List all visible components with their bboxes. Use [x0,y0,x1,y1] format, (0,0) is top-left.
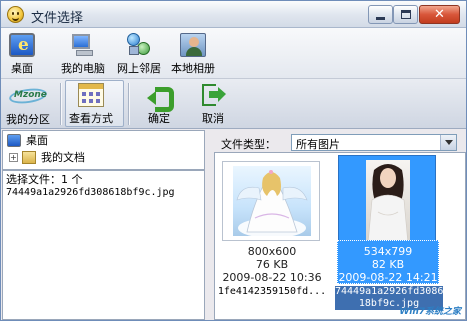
action-toolbar: Mzone 我的分区 查看方式 确定 取消 [1,79,466,129]
cancel-label: 取消 [202,112,224,125]
my-zone-button[interactable]: Mzone 我的分区 [6,84,50,127]
photo-album-icon [180,33,206,57]
fairy-illustration-image [233,166,311,236]
file-type-value: 所有图片 [296,138,340,151]
network-icon [126,33,152,57]
desktop-icon [9,33,35,57]
file-chooser-window: 文件选择 ✕ 桌面 我的电脑 网上邻居 本地相册 Mzone 我的分区 [0,0,467,321]
desktop-button[interactable]: 桌面 [9,33,35,76]
cancel-button[interactable]: 取消 [200,83,226,126]
file-size: 76 KB [255,258,289,271]
tree-item-desktop[interactable]: 桌面 [7,132,48,148]
thumbnail-frame [222,161,320,241]
image-dimensions: 534x799 [363,245,413,258]
my-computer-button[interactable]: 我的电脑 [61,33,105,76]
location-toolbar: 桌面 我的电脑 网上邻居 本地相册 [1,28,466,79]
close-icon: ✕ [434,7,445,22]
file-name-line-1: 74449a1a2926fd3086 [335,286,443,297]
portrait-photo-image [366,160,410,244]
thumbnail-item[interactable]: 800x600 76 KB 2009-08-22 10:36 1fe414235… [215,153,329,319]
close-button[interactable]: ✕ [419,5,460,24]
thumbnail-grid[interactable]: 800x600 76 KB 2009-08-22 10:36 1fe414235… [214,152,466,320]
ok-arrow-icon [146,83,174,112]
toolbar-separator [60,83,61,125]
title-bar[interactable]: 文件选择 ✕ [1,1,466,28]
image-dimensions: 800x600 [247,245,297,258]
network-button[interactable]: 网上邻居 [117,33,161,76]
minimize-icon [376,16,385,20]
file-type-select[interactable]: 所有图片 [291,134,457,151]
computer-icon [70,33,96,57]
expand-plus-icon[interactable]: + [9,152,18,162]
maximize-button[interactable] [393,5,418,24]
ok-label: 确定 [148,112,170,125]
smiley-app-icon [7,6,24,23]
desktop-icon [7,133,21,147]
tree-item-my-documents[interactable]: + 我的文档 [9,149,85,165]
exit-icon [200,83,226,107]
ok-button[interactable]: 确定 [146,83,174,126]
maximize-icon [400,10,411,19]
file-size: 82 KB [371,258,405,271]
view-mode-label: 查看方式 [69,112,113,125]
window-title: 文件选择 [31,11,84,26]
myzone-logo-icon: Mzone [7,86,49,106]
tree-item-label: 桌面 [26,134,48,147]
folder-tree[interactable]: 桌面 + 我的文档 [2,130,205,170]
selected-file-entry[interactable]: 74449a1a2926fd308618bf9c.jpg [6,187,175,198]
chevron-down-icon[interactable] [440,135,456,150]
file-name: 1fe4142359150fd... [217,286,327,297]
folder-icon [22,150,36,164]
selected-count: 选择文件：1 个 [6,173,83,186]
thumbnail-item-selected[interactable]: 534x799 82 KB 2009-08-22 14:21 74449a1a2… [331,153,445,319]
desktop-label: 桌面 [11,62,33,75]
file-type-label: 文件类型： [221,138,276,151]
watermark-logo: Win7系统之家 [399,307,461,317]
my-computer-label: 我的电脑 [61,62,105,75]
minimize-button[interactable] [368,5,393,24]
selected-files-panel: 选择文件：1 个 74449a1a2926fd308618bf9c.jpg [2,170,205,320]
tree-item-label: 我的文档 [41,151,85,164]
local-album-label: 本地相册 [171,62,215,75]
network-label: 网上邻居 [117,62,161,75]
file-date: 2009-08-22 14:21 [338,271,438,284]
view-mode-icon [78,83,104,107]
my-zone-label: 我的分区 [6,113,50,126]
file-date: 2009-08-22 10:36 [222,271,322,284]
view-mode-button[interactable]: 查看方式 [69,83,113,126]
local-album-button[interactable]: 本地相册 [171,33,215,76]
toolbar-separator [128,83,129,125]
